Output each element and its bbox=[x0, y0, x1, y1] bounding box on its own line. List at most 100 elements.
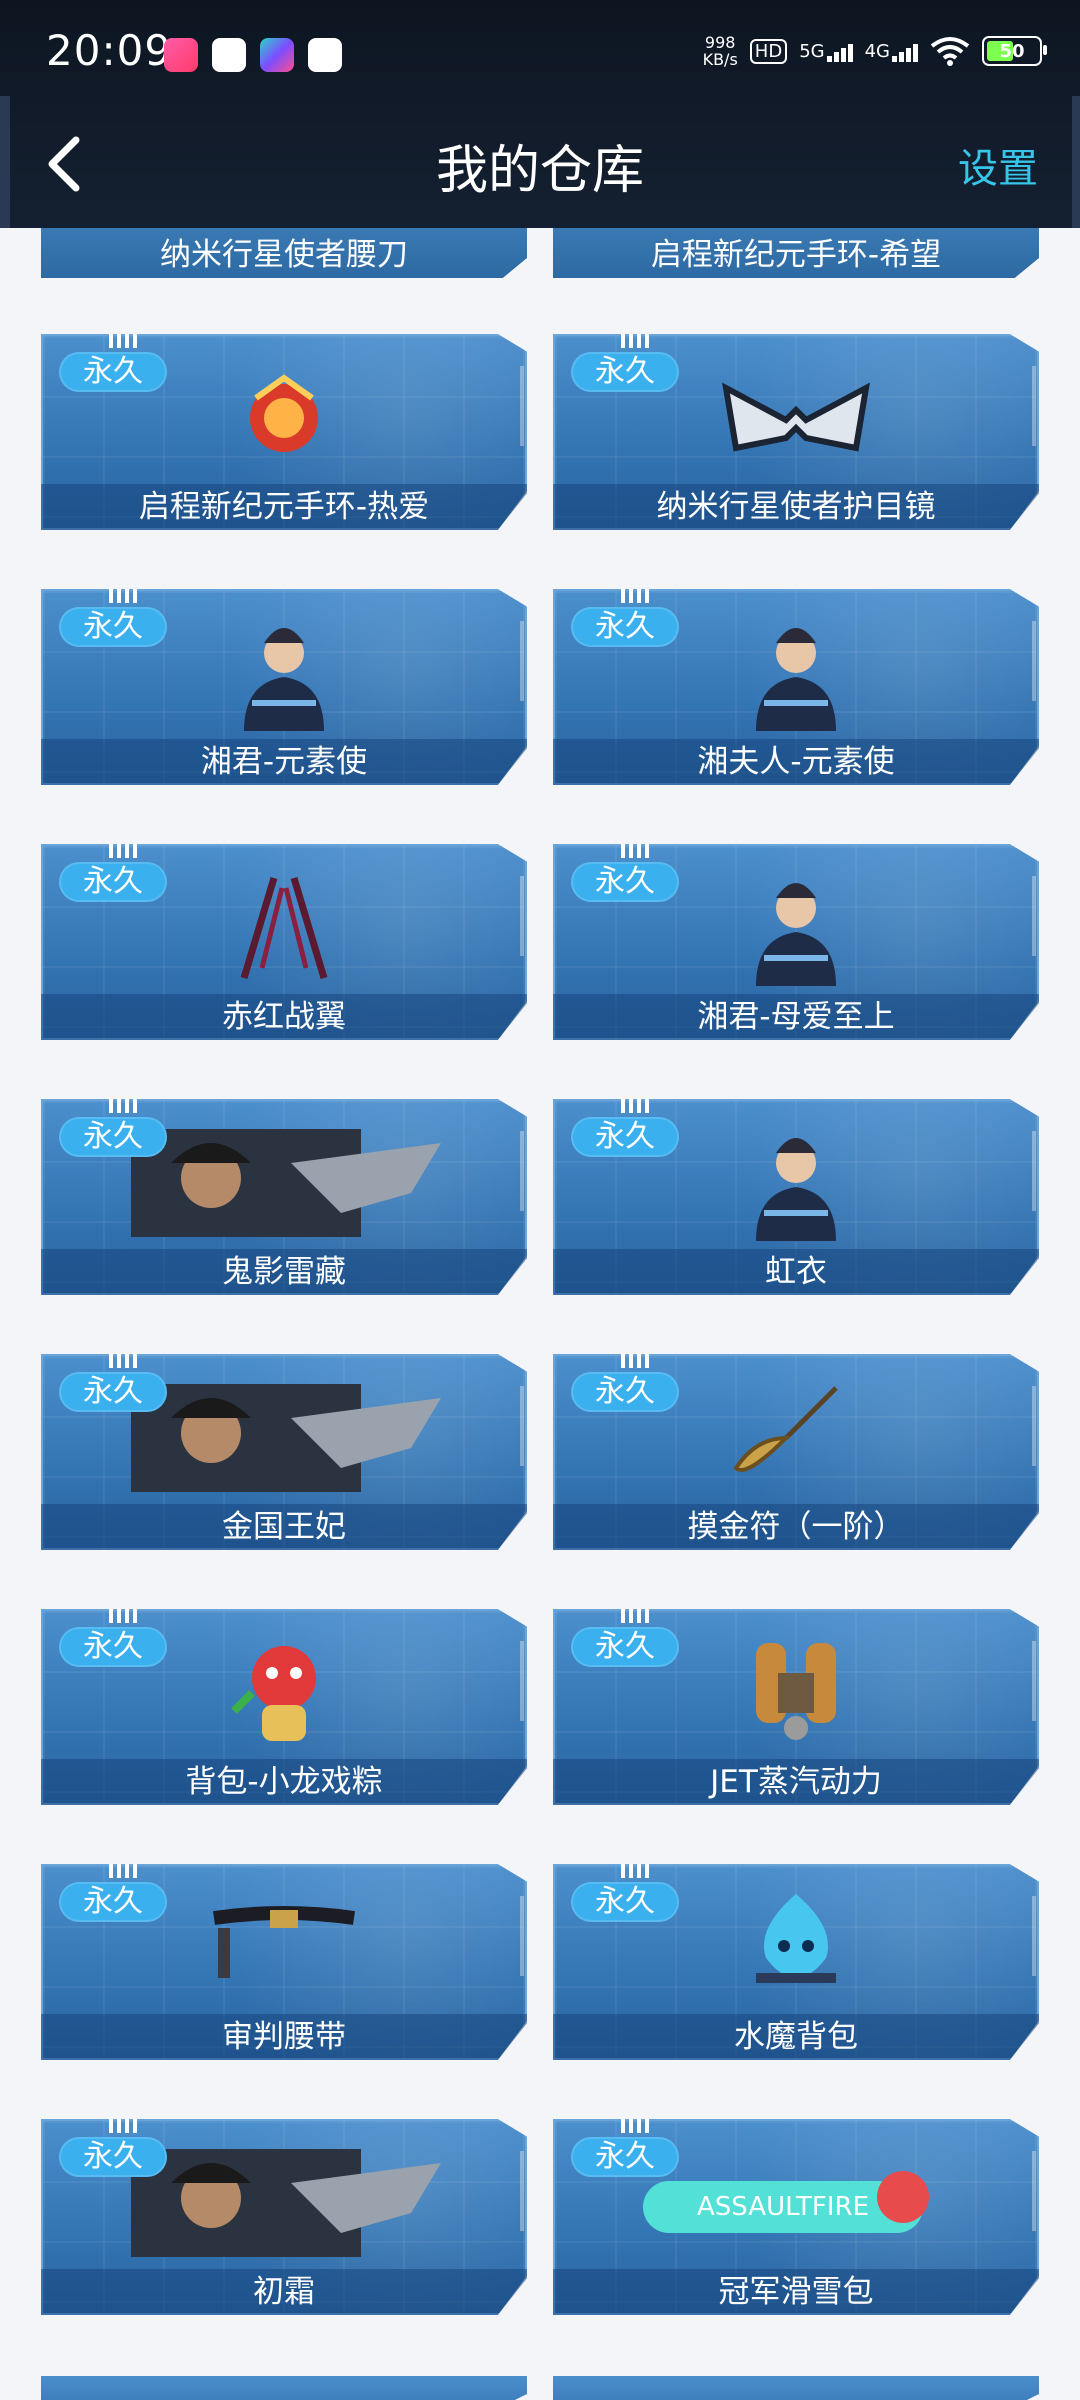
hd-icon: HD bbox=[749, 38, 788, 64]
message-icon bbox=[308, 38, 342, 72]
card-tick-marks bbox=[621, 1354, 651, 1368]
item-card[interactable]: 永久 纳米行星使者护目镜 bbox=[553, 334, 1039, 530]
warehouse-list[interactable]: 纳米行星使者腰刀 启程新纪元手环-希望 永久 启程新纪元手环-热爱 永久 纳米行… bbox=[0, 228, 1080, 2400]
character-icon bbox=[716, 1123, 876, 1241]
character-icon bbox=[204, 613, 364, 731]
permanent-badge: 永久 bbox=[59, 862, 167, 902]
item-name: 虹衣 bbox=[765, 1254, 827, 1290]
item-name: 摸金符（一阶） bbox=[687, 1509, 905, 1545]
card-tick-marks bbox=[621, 2119, 651, 2133]
app-notification-icon bbox=[260, 38, 294, 72]
card-edge bbox=[520, 1896, 524, 1976]
item-name: 纳米行星使者护目镜 bbox=[656, 489, 936, 525]
item-card[interactable]: 永久 湘君-母爱至上 bbox=[553, 844, 1039, 1040]
settings-button[interactable]: 设置 bbox=[958, 136, 1038, 194]
permanent-badge: 永久 bbox=[571, 1627, 679, 1667]
character-icon bbox=[716, 868, 876, 986]
card-tick-marks bbox=[621, 334, 651, 348]
card-tick-marks bbox=[621, 1609, 651, 1623]
item-card[interactable]: 永久 赤红战翼 bbox=[41, 844, 527, 1040]
card-tick-marks bbox=[109, 2119, 139, 2133]
item-card[interactable]: 永久 虹衣 bbox=[553, 1099, 1039, 1295]
item-card-partial[interactable]: 启程新纪元手环-希望 bbox=[553, 228, 1039, 278]
card-tick-marks bbox=[109, 1609, 139, 1623]
card-edge bbox=[1032, 2151, 1036, 2231]
item-card[interactable]: 永久 摸金符（一阶） bbox=[553, 1354, 1039, 1550]
bracelet-icon bbox=[204, 358, 364, 476]
item-name: 湘夫人-元素使 bbox=[697, 744, 895, 780]
card-tick-marks bbox=[621, 1099, 651, 1113]
item-card[interactable]: 永久 湘君-元素使 bbox=[41, 589, 527, 785]
item-name: 金国王妃 bbox=[222, 1509, 346, 1545]
permanent-badge: 永久 bbox=[571, 1117, 679, 1157]
system-indicators: 998 KB/s HD 5G 4G 50 bbox=[703, 34, 1047, 68]
goggles-icon bbox=[716, 358, 876, 476]
page-header: 我的仓库 设置 bbox=[0, 110, 1080, 228]
item-card[interactable]: 永久 审判腰带 bbox=[41, 1864, 527, 2060]
card-edge bbox=[520, 1641, 524, 1721]
item-name: 湘君-元素使 bbox=[200, 744, 368, 780]
item-card-partial[interactable]: 纳米行星使者腰刀 bbox=[41, 228, 527, 278]
partial-row-top: 纳米行星使者腰刀 启程新纪元手环-希望 bbox=[0, 228, 1080, 280]
item-card[interactable]: 永久 金国王妃 bbox=[41, 1354, 527, 1550]
app-notification-icon bbox=[164, 38, 198, 72]
card-edge bbox=[1032, 1641, 1036, 1721]
item-name: 启程新纪元手环-希望 bbox=[650, 237, 942, 273]
permanent-badge: 永久 bbox=[571, 2137, 679, 2177]
permanent-badge: 永久 bbox=[571, 1882, 679, 1922]
card-edge bbox=[520, 366, 524, 446]
item-card[interactable]: 永久 湘夫人-元素使 bbox=[553, 589, 1039, 785]
card-edge bbox=[1032, 876, 1036, 956]
signal-4g-icon: 4G bbox=[865, 41, 918, 62]
item-card[interactable]: 永久 初霜 bbox=[41, 2119, 527, 2315]
item-card[interactable]: 永久 鬼影雷藏 bbox=[41, 1099, 527, 1295]
app-notification-icon bbox=[212, 38, 246, 72]
permanent-badge: 永久 bbox=[59, 352, 167, 392]
card-edge bbox=[1032, 1896, 1036, 1976]
card-tick-marks bbox=[109, 844, 139, 858]
wifi-icon bbox=[930, 37, 970, 66]
status-bar: 20:09 998 KB/s HD 5G 4G 50 bbox=[0, 0, 1080, 110]
water-demon-icon bbox=[716, 1888, 876, 2006]
character-icon bbox=[716, 613, 876, 731]
card-tick-marks bbox=[109, 1354, 139, 1368]
item-name: 启程新纪元手环-热爱 bbox=[138, 489, 430, 525]
card-tick-marks bbox=[621, 844, 651, 858]
card-tick-marks bbox=[109, 334, 139, 348]
card-tick-marks bbox=[621, 589, 651, 603]
card-edge bbox=[1032, 1131, 1036, 1211]
amulet-icon bbox=[716, 1378, 876, 1496]
permanent-badge: 永久 bbox=[571, 862, 679, 902]
top-bar: 20:09 998 KB/s HD 5G 4G 50 我的仓库 设置 bbox=[0, 0, 1080, 228]
item-card-partial[interactable] bbox=[41, 2376, 527, 2400]
item-grid: 永久 启程新纪元手环-热爱 永久 纳米行星使者护目镜 永久 湘君-元素使 永久 … bbox=[41, 334, 1039, 2315]
item-name: 冠军滑雪包 bbox=[718, 2274, 874, 2310]
item-name: 初霜 bbox=[253, 2274, 315, 2310]
item-name: 鬼影雷藏 bbox=[222, 1254, 346, 1290]
card-tick-marks bbox=[109, 589, 139, 603]
item-card[interactable]: 永久 启程新纪元手环-热爱 bbox=[41, 334, 527, 530]
item-card[interactable]: 永久 背包-小龙戏粽 bbox=[41, 1609, 527, 1805]
item-card-partial[interactable] bbox=[553, 2376, 1039, 2400]
item-card[interactable]: 永久 水魔背包 bbox=[553, 1864, 1039, 2060]
wings-icon bbox=[204, 868, 364, 986]
permanent-badge: 永久 bbox=[59, 1372, 167, 1412]
belt-icon bbox=[204, 1888, 364, 2006]
item-name: 赤红战翼 bbox=[222, 999, 346, 1035]
item-name: 水魔背包 bbox=[734, 2019, 858, 2055]
card-edge bbox=[1032, 1386, 1036, 1466]
permanent-badge: 永久 bbox=[571, 607, 679, 647]
permanent-badge: 永久 bbox=[59, 1117, 167, 1157]
permanent-badge: 永久 bbox=[571, 352, 679, 392]
item-card[interactable]: 永久 JET蒸汽动力 bbox=[553, 1609, 1039, 1805]
card-edge bbox=[520, 621, 524, 701]
jetpack-icon bbox=[716, 1633, 876, 1751]
card-edge bbox=[520, 876, 524, 956]
partial-row-bottom bbox=[0, 2376, 1080, 2400]
item-card[interactable]: ASSAULTFIRE 永久 冠军滑雪包 bbox=[553, 2119, 1039, 2315]
battery-icon: 50 bbox=[982, 36, 1047, 66]
item-name: JET蒸汽动力 bbox=[710, 1764, 882, 1800]
notification-icons bbox=[164, 38, 342, 72]
permanent-badge: 永久 bbox=[59, 1627, 167, 1667]
card-edge bbox=[1032, 621, 1036, 701]
